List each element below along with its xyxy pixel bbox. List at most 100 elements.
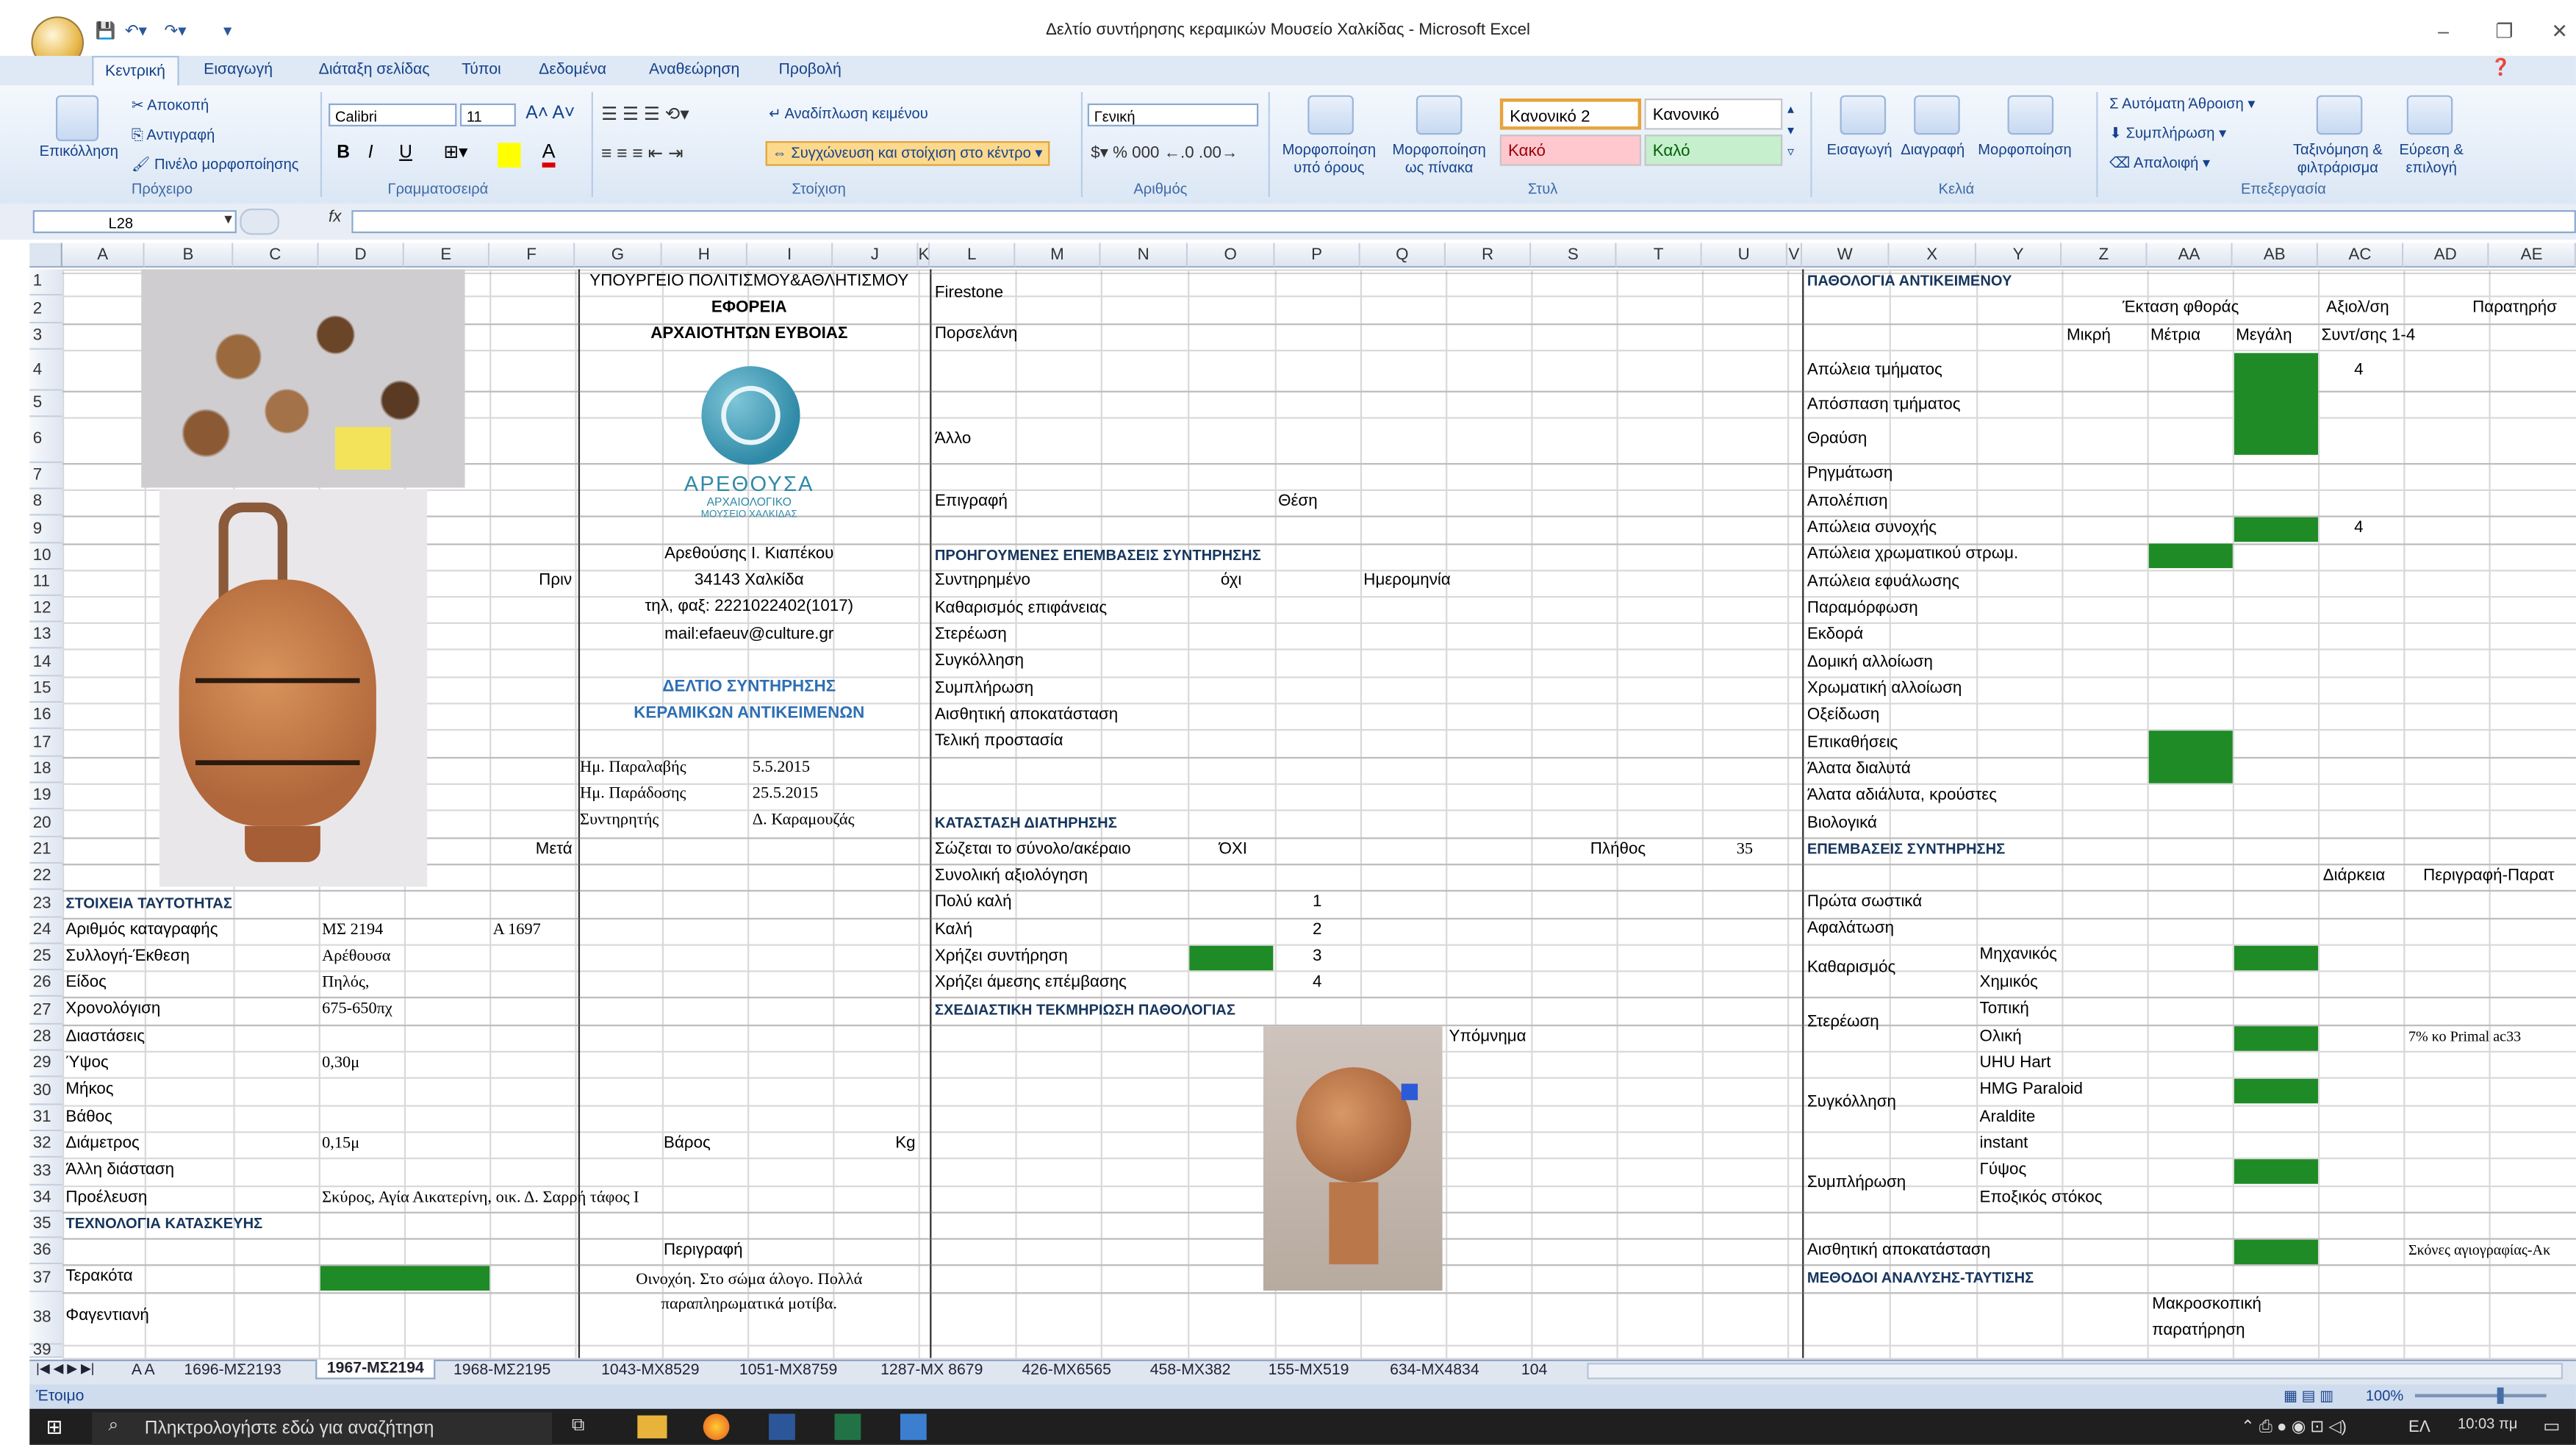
firefox-icon[interactable]: [703, 1413, 730, 1441]
view-buttons-icon[interactable]: ▦ ▤ ▥: [2283, 1388, 2333, 1406]
windows-start-icon[interactable]: ⊞: [46, 1416, 62, 1438]
whole-value[interactable]: ΌΧΙ: [1219, 841, 1247, 859]
previous-intervention-item[interactable]: Συμπλήρωση: [935, 680, 1033, 698]
identity-label[interactable]: Συλλογή-Έκθεση: [65, 947, 190, 966]
row-header[interactable]: 12: [29, 595, 62, 623]
aesthetic-label[interactable]: Αισθητική αποκατάσταση: [1807, 1241, 1990, 1260]
sort-filter-button[interactable]: Ταξινόμηση & φιλτράρισμα: [2287, 141, 2389, 177]
total-label[interactable]: Ολική: [1980, 1028, 2022, 1046]
identity-value[interactable]: 0,15μ: [322, 1135, 359, 1153]
identity-label[interactable]: Βάθος: [65, 1108, 112, 1127]
mail-cell[interactable]: mail:efaeuv@culture.gr: [578, 625, 920, 644]
porcelain-label[interactable]: Πορσελάνη: [935, 325, 1017, 343]
state-level-number[interactable]: 2: [1313, 921, 1321, 939]
row-header[interactable]: 10: [29, 543, 62, 570]
row-header[interactable]: 6: [29, 417, 62, 463]
name-box[interactable]: L28: [32, 209, 237, 234]
pathology-item[interactable]: Παραμόρφωση: [1807, 599, 1918, 617]
pathology-item[interactable]: Απώλεια χρωματικού στρωμ.: [1807, 545, 2018, 564]
minimize-button[interactable]: –: [2438, 20, 2449, 43]
grow-font-icon[interactable]: A˄ A˅: [525, 104, 575, 123]
sheet-nav-icons[interactable]: |◀ ◀ ▶ ▶|: [36, 1361, 94, 1376]
description-label[interactable]: Περιγραφή: [664, 1241, 743, 1260]
adhesive-item[interactable]: Araldite: [1980, 1108, 2036, 1127]
sheet-title-1[interactable]: ΔΕΛΤΙΟ ΣΥΝΤΗΡΗΣΗΣ: [578, 678, 920, 697]
drawing-heading[interactable]: ΣΧΕΔΙΑΣΤΙΚΗ ΤΕΚΜΗΡΙΩΣΗ ΠΑΘΟΛΟΓΙΑΣ: [935, 1002, 1235, 1018]
inscription-label[interactable]: Επιγραφή: [935, 492, 1008, 511]
row-header[interactable]: 5: [29, 390, 62, 417]
merge-center-button[interactable]: ⇔ Συγχώνευση και στοίχιση στο κέντρο ▾: [765, 141, 1050, 166]
identity-label[interactable]: Άλλη διάσταση: [65, 1161, 174, 1179]
row-header[interactable]: 33: [29, 1157, 62, 1186]
row-header[interactable]: 27: [29, 997, 62, 1025]
format-cells-button[interactable]: Μορφοποίηση: [1978, 141, 2071, 157]
medium-label[interactable]: Μέτρια: [2150, 327, 2200, 345]
technology-heading[interactable]: ΤΕΧΝΟΛΟΓΙΑ ΚΑΤΑΣΚΕΥΗΣ: [65, 1215, 262, 1231]
ministry-cell[interactable]: ΥΠΟΥΡΓΕΙΟ ΠΟΛΙΤΙΣΜΟΥ&ΑΘΛΗΤΙΣΜΟΥ: [578, 273, 920, 291]
fill-color-icon[interactable]: [498, 143, 521, 168]
column-header[interactable]: X: [1889, 243, 1977, 268]
tab-data[interactable]: Δεδομένα: [539, 61, 606, 79]
faience-label[interactable]: Φαγεντιανή: [65, 1307, 148, 1325]
row-header[interactable]: 20: [29, 809, 62, 838]
fx-icon[interactable]: fx: [329, 209, 341, 227]
tab-insert[interactable]: Εισαγωγή: [204, 61, 273, 79]
column-header[interactable]: I: [747, 243, 833, 268]
delivered-value[interactable]: 25.5.2015: [753, 785, 818, 803]
row-header[interactable]: 3: [29, 323, 62, 350]
help-icon[interactable]: ❓: [2491, 59, 2511, 77]
column-header[interactable]: O: [1188, 243, 1275, 268]
adhesive-item[interactable]: instant: [1980, 1135, 2028, 1153]
align-horizontal-icons[interactable]: ≡ ≡ ≡ ⇤ ⇥: [601, 143, 684, 165]
select-all-corner[interactable]: [29, 243, 62, 268]
conditional-formatting-icon[interactable]: [1307, 95, 1354, 135]
column-header[interactable]: C: [233, 243, 319, 268]
row-header[interactable]: 16: [29, 703, 62, 729]
row-header[interactable]: 30: [29, 1077, 62, 1105]
state-level-label[interactable]: Χρήζει συντήρηση: [935, 947, 1068, 966]
find-select-button[interactable]: Εύρεση & επιλογή: [2392, 141, 2471, 177]
antiquities-cell[interactable]: ΑΡΧΑΙΟΤΗΤΩΝ ΕΥΒΟΙΑΣ: [578, 325, 920, 343]
state-level-number[interactable]: 1: [1313, 893, 1321, 911]
identity-label[interactable]: Διαστάσεις: [65, 1028, 145, 1046]
pathology-item[interactable]: Απώλεια τμήματος: [1807, 361, 1942, 379]
cut-button[interactable]: ✂ Αποκοπή: [132, 97, 209, 115]
column-header[interactable]: G: [575, 243, 662, 268]
score-loss-part[interactable]: 4: [2354, 361, 2363, 379]
pathology-item[interactable]: Δομική αλλοίωση: [1807, 653, 1933, 672]
filling-label[interactable]: Συμπλήρωση: [1807, 1174, 1906, 1192]
row-header[interactable]: 35: [29, 1211, 62, 1238]
description-text[interactable]: Οινοχόη. Στο σώμα άλογο. Πολλά παραπληρω…: [578, 1268, 920, 1317]
whole-label[interactable]: Σώζεται το σύνολο/ακέραιο: [935, 841, 1131, 859]
pathology-item[interactable]: Άλατα διαλυτά: [1807, 760, 1911, 778]
copy-button[interactable]: ⎘ Αντιγραφή: [132, 126, 215, 145]
styles-scroll-icon[interactable]: ▴ ▾ ▿: [1787, 98, 1794, 162]
row-header[interactable]: 17: [29, 728, 62, 757]
ephorate-cell[interactable]: ΕΦΟΡΕΙΑ: [578, 299, 920, 318]
insert-cells-button[interactable]: Εισαγωγή: [1827, 141, 1892, 157]
row-header[interactable]: 7: [29, 462, 62, 490]
paste-button[interactable]: Επικόλληση: [40, 143, 118, 159]
conservator-label[interactable]: Συντηρητής: [580, 811, 659, 830]
paint-loss-green-fill[interactable]: [2148, 543, 2233, 568]
tab-page-layout[interactable]: Διάταξη σελίδας: [319, 61, 430, 79]
borders-icon[interactable]: ⊞▾: [444, 141, 468, 162]
city-cell[interactable]: 34143 Χαλκίδα: [578, 571, 920, 589]
epoxy-label[interactable]: Εποξικός στόκος: [1980, 1188, 2103, 1207]
sheet-tab-active[interactable]: 1967-ΜΣ2194: [315, 1359, 436, 1380]
sheet-title-2[interactable]: ΚΕΡΑΜΙΚΩΝ ΑΝΤΙΚΕΙΜΕΝΩΝ: [578, 704, 920, 722]
column-header[interactable]: H: [661, 243, 748, 268]
after-cell[interactable]: Μετά: [536, 841, 573, 859]
fill-button[interactable]: ⬇ Συμπλήρωση ▾: [2109, 125, 2226, 143]
tab-home[interactable]: Κεντρική: [92, 55, 179, 89]
drawing-photo[interactable]: [1263, 1026, 1443, 1291]
column-header[interactable]: N: [1100, 243, 1188, 268]
catalogue-extra[interactable]: Α 1697: [493, 921, 541, 939]
remarks-label[interactable]: Παρατηρήσ: [2472, 299, 2557, 318]
primal-note[interactable]: 7% κο Primal ac33: [2408, 1028, 2521, 1044]
terracotta-green-fill[interactable]: [320, 1266, 490, 1291]
font-color-icon[interactable]: A: [542, 140, 556, 168]
identity-label[interactable]: Διάμετρος: [65, 1135, 139, 1153]
name-box-dropdown-icon[interactable]: ▼: [222, 212, 235, 226]
row-header[interactable]: 19: [29, 783, 62, 810]
